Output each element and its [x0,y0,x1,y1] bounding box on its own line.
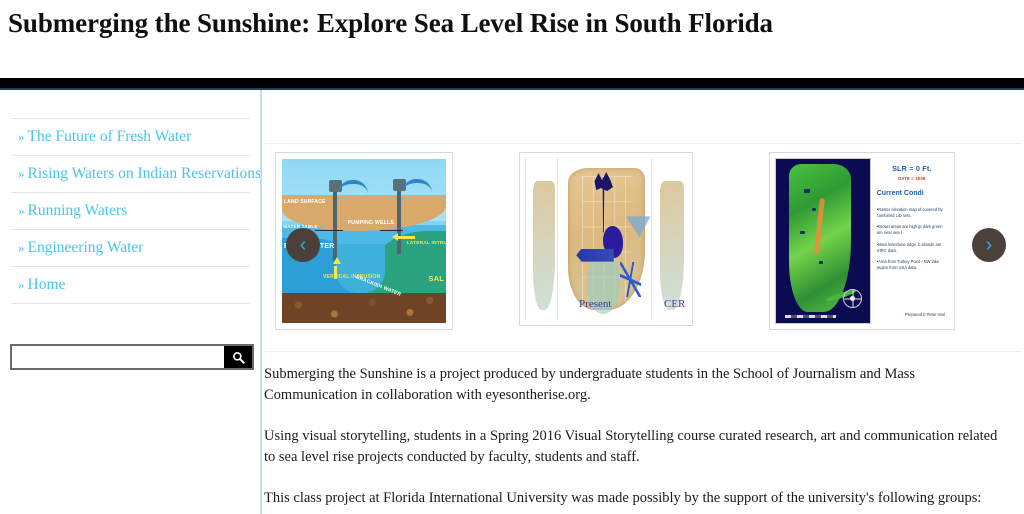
vertical-intrusion-arrowhead [332,257,341,265]
urban-speck [811,208,816,212]
sidebar: » The Future of Fresh Water » Rising Water… [0,90,261,514]
label-land-surface: LAND SURFACE [284,199,326,205]
westward-flow-arrow [576,248,614,262]
map-caption-cerp: CER [663,298,686,311]
chevron-right-icon: » [18,129,25,144]
pump-pointer-line-right [380,229,404,231]
sidebar-item-label: Home [27,276,66,293]
chevron-right-icon: » [18,240,25,255]
sidebar-item-label: Running Waters [27,202,128,219]
compass-rose-icon [843,289,863,309]
map-panel-right [651,158,687,320]
article-paragraph: This class project at Florida Internatio… [264,489,982,506]
site-header: Submerging the Sunshine: Explore Sea Lev… [0,0,1024,78]
search-button[interactable] [224,346,252,368]
slr-canvas: SLR = 0 Ft. DATE = 2008 Current Condi •R… [775,158,949,324]
florida-water-flow-map: Present CER [525,158,687,320]
slr-subtitle: Current Condi [876,190,924,197]
bedrock-layer [282,293,446,323]
slr-bullet: •Main limestone ridge, b islands are IHR… [876,241,942,253]
sidebar-item-label: Engineering Water [27,239,144,256]
slr-date-label: DATE = 2008 [898,176,926,181]
canal-network [620,261,642,298]
label-lateral-intrusion: LATERAL INTRUSION [406,241,446,246]
map-scale-bar [785,315,836,319]
carousel-next-button[interactable]: › [972,228,1006,262]
chevron-left-icon: ‹ [299,234,307,256]
main-content: LAND SURFACE WATER TABLE PUMPING WELLS F… [262,90,1024,514]
urban-speck [819,260,824,264]
elevation-map-image [775,158,871,324]
sidebar-item-engineering-water[interactable]: » Engineering Water [12,229,250,266]
body-wrapper: » The Future of Fresh Water » Rising Water… [0,90,1024,514]
map-panel-left [525,158,558,320]
slr-bullet: •Area from Turkey Point - NW lake region… [876,258,940,270]
carousel-slide-sea-level-rise-map[interactable]: SLR = 0 Ft. DATE = 2008 Current Condi •R… [769,152,955,330]
slr-prepared-by: Prepared b Peter Harl [905,311,945,317]
chevron-right-icon: » [18,203,25,218]
carousel-slide-florida-water-flow[interactable]: Present CER [519,152,693,326]
label-pumping-wells: PUMPING WELLS [347,220,394,227]
slr-text-column: SLR = 0 Ft. DATE = 2008 Current Condi •R… [871,158,949,324]
sidebar-nav: » The Future of Fresh Water » Rising Water… [12,118,261,304]
search-icon [232,351,245,364]
sidebar-item-label: The Future of Fresh Water [27,128,192,145]
sidebar-item-rising-waters-on-indian-reservations[interactable]: » Rising Waters on Indian Reservations [12,155,261,192]
article-paragraph: Using visual storytelling, students in a… [264,427,998,466]
lateral-intrusion-arrow-stem [396,236,415,240]
pump-pointer-line-left [314,229,343,231]
slr-bullet: •Raster elevation map of covered by comb… [876,207,943,219]
chevron-right-icon: » [18,277,25,292]
label-saltwater: SAL [428,274,444,284]
sidebar-item-running-waters[interactable]: » Running Waters [12,192,250,229]
page-root: Submerging the Sunshine: Explore Sea Lev… [0,0,1024,514]
slr-bullet-list: •Raster elevation map of covered by comb… [877,207,947,271]
urban-speck [804,188,811,193]
sidebar-item-home[interactable]: » Home [12,266,250,304]
pumping-well-2 [396,188,401,255]
header-black-bar [0,78,1024,88]
carousel-slides: LAND SURFACE WATER TABLE PUMPING WELLS F… [264,152,1022,332]
article-paragraph: Submerging the Sunshine is a project pro… [264,366,916,404]
florida-outline-right [660,180,685,311]
map-panel-center: Present [557,158,652,320]
sidebar-item-label: Rising Waters on Indian Reservations [27,165,262,182]
map-canvas: Present CER [525,158,687,320]
slr-bullet: •Brown areas are high gr dark green are … [876,224,943,236]
image-carousel: LAND SURFACE WATER TABLE PUMPING WELLS F… [264,143,1022,352]
carousel-prev-button[interactable]: ‹ [286,228,320,262]
article-body: Submerging the Sunshine is a project pro… [262,364,1020,514]
slr-value-title: SLR = 0 Ft. [892,164,932,173]
urban-speck [800,231,806,235]
chevron-right-icon: › [985,234,993,256]
sidebar-item-the-future-of-fresh-water[interactable]: » The Future of Fresh Water [12,118,250,155]
florida-outline-left [533,180,556,311]
search-box [10,344,254,370]
sea-level-rise-elevation-map: SLR = 0 Ft. DATE = 2008 Current Condi •R… [775,158,949,324]
map-caption-present: Present [579,298,612,311]
chevron-right-icon: » [18,166,25,181]
page-title: Submerging the Sunshine: Explore Sea Lev… [8,8,773,38]
pumping-well-1 [332,190,337,261]
search-input[interactable] [12,346,224,368]
